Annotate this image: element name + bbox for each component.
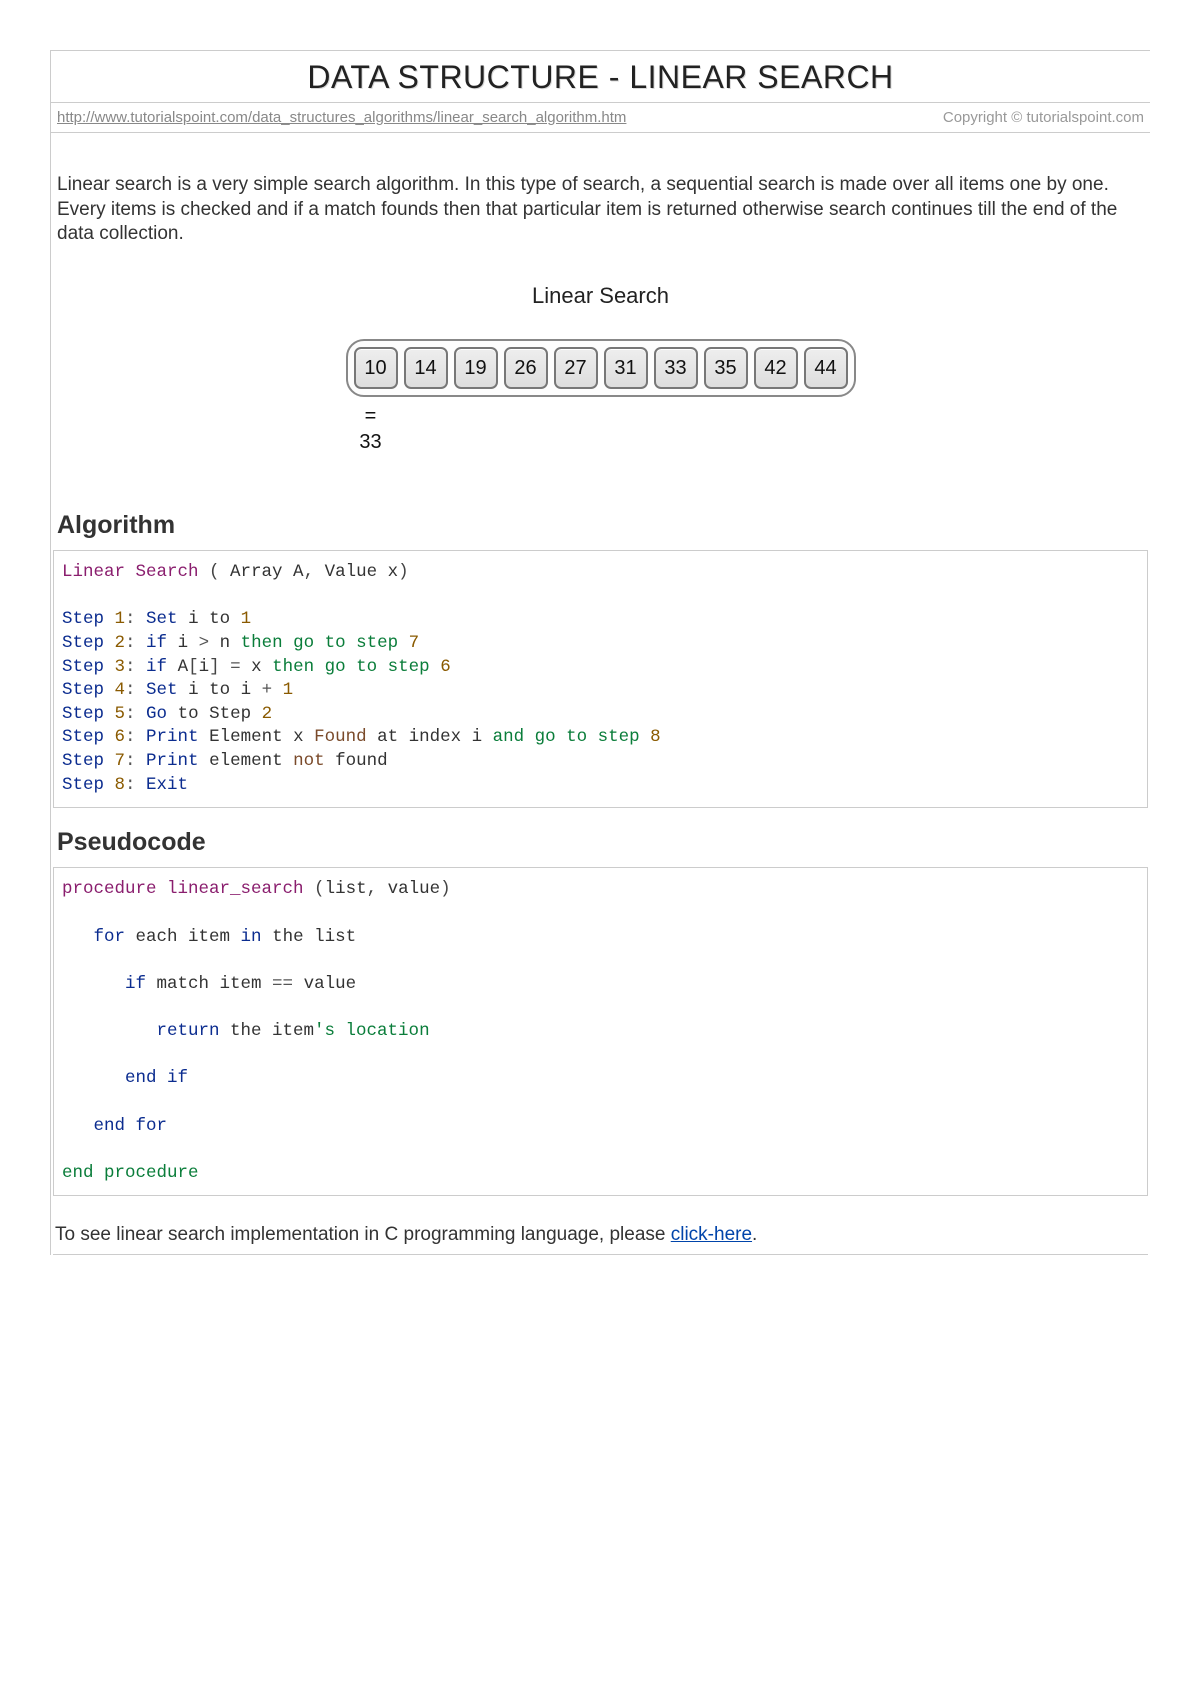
array-cell: 42 [754, 347, 798, 389]
copyright-text: Copyright © tutorialspoint.com [943, 109, 1144, 126]
equals-sign: = [346, 403, 396, 429]
diagram-target-label: = 33 [346, 403, 396, 455]
content-area: Linear search is a very simple search al… [51, 133, 1150, 1255]
diagram-title: Linear Search [346, 283, 856, 309]
meta-row: http://www.tutorialspoint.com/data_struc… [51, 102, 1150, 133]
algorithm-code-block: Linear Search ( Array A, Value x) Step 1… [53, 550, 1148, 808]
page-container: DATA STRUCTURE - LINEAR SEARCH http://ww… [50, 50, 1150, 1255]
array-cell: 26 [504, 347, 548, 389]
target-value: 33 [346, 429, 396, 455]
array-cell: 10 [354, 347, 398, 389]
array-box: 10 14 19 26 27 31 33 35 42 44 [346, 339, 856, 397]
diagram-wrapper: Linear Search 10 14 19 26 27 31 33 35 42… [53, 273, 1148, 505]
array-cell: 33 [654, 347, 698, 389]
array-cell: 35 [704, 347, 748, 389]
pseudocode-code-block: procedure linear_search (list, value) fo… [53, 867, 1148, 1196]
footer-line: To see linear search implementation in C… [53, 1210, 1148, 1255]
algorithm-heading: Algorithm [53, 505, 1148, 550]
array-cell: 44 [804, 347, 848, 389]
array-cell: 19 [454, 347, 498, 389]
click-here-link[interactable]: click-here [671, 1224, 752, 1245]
array-cell: 27 [554, 347, 598, 389]
pseudocode-heading: Pseudocode [53, 822, 1148, 867]
footer-text-after: . [752, 1224, 757, 1245]
page-title: DATA STRUCTURE - LINEAR SEARCH [51, 51, 1150, 102]
source-url-link[interactable]: http://www.tutorialspoint.com/data_struc… [57, 109, 626, 126]
array-cell: 31 [604, 347, 648, 389]
intro-paragraph: Linear search is a very simple search al… [53, 133, 1148, 273]
linear-search-diagram: Linear Search 10 14 19 26 27 31 33 35 42… [346, 283, 856, 455]
array-cell: 14 [404, 347, 448, 389]
diagram-below-row: = 33 [346, 397, 856, 455]
footer-text-before: To see linear search implementation in C… [55, 1224, 671, 1245]
